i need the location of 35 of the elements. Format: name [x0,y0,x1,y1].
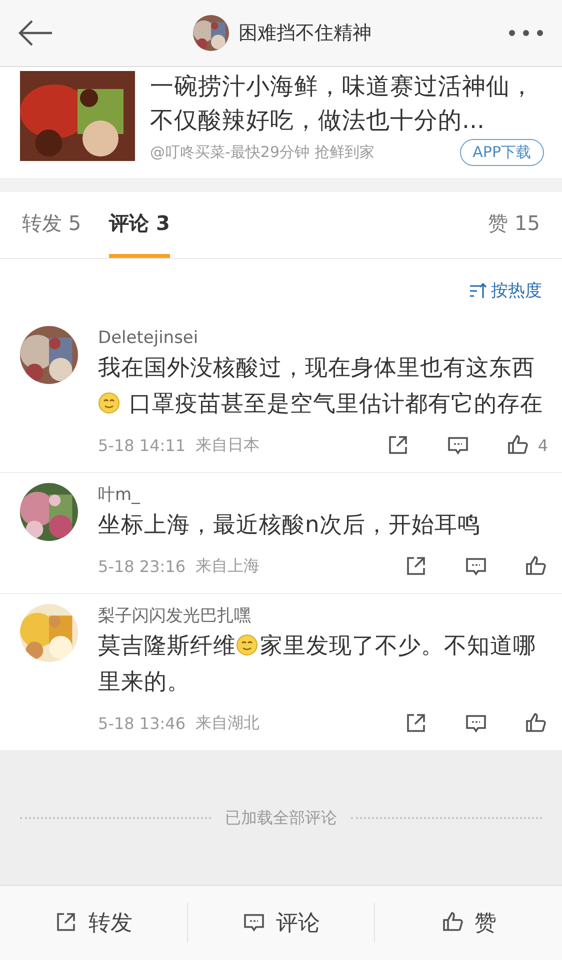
repost-button[interactable]: 转发 [0,903,188,943]
post-card[interactable]: 一碗捞汁小海鲜，味道赛过活神仙，不仅酸辣好吃，做法也十分的... @叮咚买菜-最快29分钟 抢鲜到家 APP下载 [0,67,562,178]
tab[interactable]: 赞 15 [488,192,540,258]
thumbs-up-icon[interactable] [524,554,548,578]
username[interactable]: 梨子闪闪发光巴扎嘿 [98,604,548,628]
download-button[interactable]: APP下载 [460,139,544,166]
post-source: @叮咚买菜-最快29分钟 抢鲜到家 [150,143,374,162]
comment-time: 5-18 13:46 [98,714,186,732]
comment-text: 我在国外没核酸过，现在身体里也有这东西 口罩疫苗甚至是空气里估计都有它的存在 [98,354,544,419]
like-button[interactable]: 赞 [375,903,562,943]
sort-icon [469,282,487,298]
comment-button[interactable]: 评论 [188,903,376,943]
post-title: 一碗捞汁小海鲜，味道赛过活神仙，不仅酸辣好吃，做法也十分的... [150,71,535,136]
comment-source: 来自湖北 [196,712,260,734]
tab[interactable]: 转发 5 [22,192,82,258]
username[interactable]: 叶m_ [98,483,548,507]
comment-source: 来自上海 [196,556,260,576]
thumbs-up-icon[interactable] [506,433,530,457]
share-icon[interactable] [404,711,428,735]
share-icon[interactable] [404,554,428,578]
emoji-icon [236,634,258,656]
username[interactable]: Deletejinsei [98,326,548,350]
emoji-icon [98,392,120,414]
thumbs-up-icon[interactable] [524,711,548,735]
comment-text: 坐标上海，最近核酸n次后，开始耳鸣 [98,511,482,540]
tab[interactable]: 评论 3 [109,192,170,258]
like-count: 4 [538,436,548,454]
comment-time: 5-18 23:16 [98,556,186,576]
comment-time: 5-18 14:11 [98,436,186,454]
page-title: 困难挡不住精神 [238,21,372,46]
comment-text: 莫吉隆斯纤维 家里发现了不少。不知道哪里来的。 [98,632,537,697]
sort-button[interactable]: 按热度 [469,279,542,302]
more-icon[interactable] [508,29,544,37]
comment-source: 来自日本 [196,434,260,456]
loaded-all-note: 已加载全部评论 [225,808,337,828]
